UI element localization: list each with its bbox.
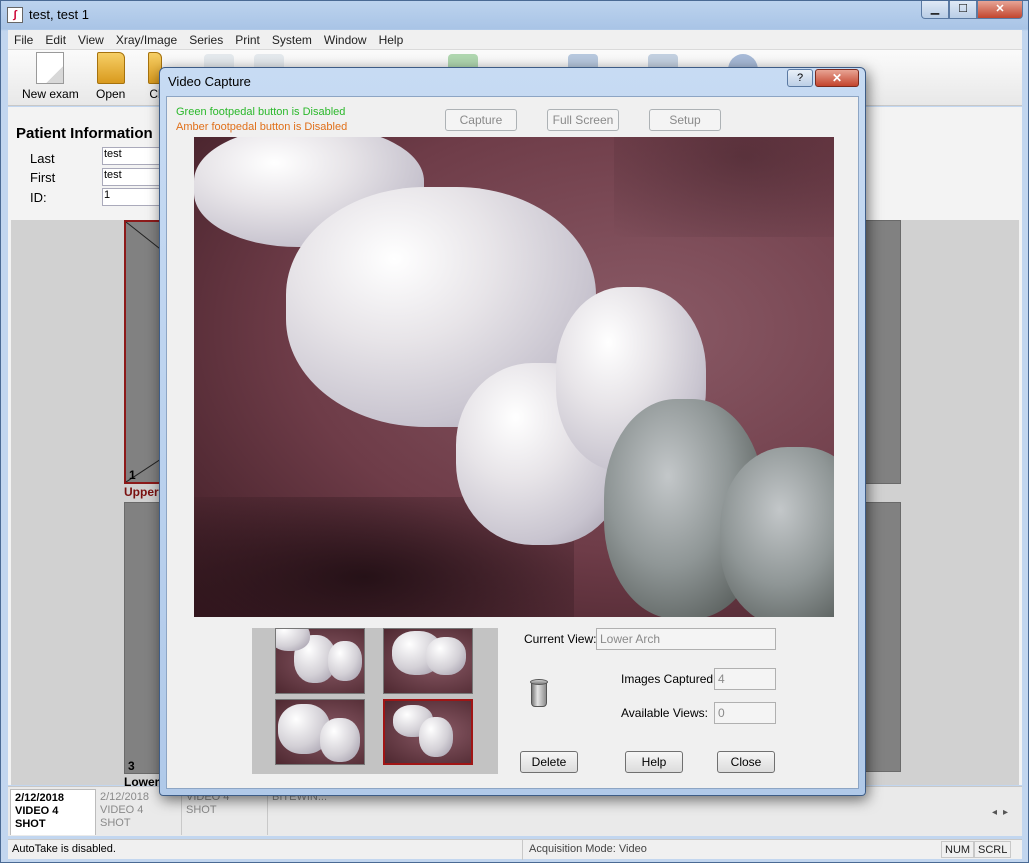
app-logo-icon: ∫ xyxy=(7,7,23,23)
title-bar: ∫ test, test 1 ▁ ☐ ✕ xyxy=(1,1,1028,29)
menu-edit[interactable]: Edit xyxy=(39,33,72,47)
new-document-icon xyxy=(36,52,65,84)
setup-button[interactable]: Setup xyxy=(649,109,721,131)
last-name-label: Last xyxy=(30,151,55,166)
menu-xray-image[interactable]: Xray/Image xyxy=(110,33,183,47)
images-captured-label: Images Captured: xyxy=(621,672,717,686)
thumbnail-2[interactable] xyxy=(383,628,473,694)
help-button[interactable]: Help xyxy=(625,751,683,773)
video-capture-dialog: Video Capture ? ✕ Green footpedal button… xyxy=(159,67,866,796)
green-footpedal-status: Green footpedal button is Disabled xyxy=(176,106,346,118)
minimize-button[interactable]: ▁ xyxy=(921,1,949,19)
dialog-close-x-button[interactable]: ✕ xyxy=(815,69,859,87)
mount-slot-1[interactable]: 1 xyxy=(124,220,164,484)
tooth-shape xyxy=(419,717,453,757)
gum-shadow xyxy=(614,137,834,237)
tooth-shape xyxy=(720,447,834,617)
exam-name: VIDEO 4 SHOT xyxy=(100,804,144,829)
full-screen-button[interactable]: Full Screen xyxy=(547,109,619,131)
trash-can-icon[interactable] xyxy=(530,679,548,707)
id-label: ID: xyxy=(30,190,47,205)
thumbnail-3[interactable] xyxy=(275,699,365,765)
open-label: Open xyxy=(96,87,126,101)
window-title: test, test 1 xyxy=(29,7,89,22)
menu-system[interactable]: System xyxy=(266,33,318,47)
status-bar: AutoTake is disabled. Acquisition Mode: … xyxy=(8,839,1022,860)
images-captured-field[interactable]: 4 xyxy=(714,668,776,690)
open-button[interactable]: Open xyxy=(96,52,125,101)
exam-date: 2/12/2018 xyxy=(15,792,64,804)
current-view-field[interactable]: Lower Arch xyxy=(596,628,776,650)
menu-file[interactable]: File xyxy=(8,33,39,47)
autotake-status: AutoTake is disabled. xyxy=(12,843,116,855)
patient-info-heading: Patient Information xyxy=(16,125,153,142)
menu-print[interactable]: Print xyxy=(229,33,266,47)
mount-slot-3[interactable]: 3 xyxy=(124,502,164,774)
live-video-preview[interactable] xyxy=(194,137,834,617)
open-folder-icon xyxy=(96,52,125,84)
new-exam-button[interactable]: New exam xyxy=(22,52,79,101)
current-view-label: Current View: xyxy=(524,632,597,646)
tooth-shape xyxy=(320,718,360,762)
tooth-shape xyxy=(426,637,466,675)
menu-bar: File Edit View Xray/Image Series Print S… xyxy=(8,30,1022,50)
dialog-help-button[interactable]: ? xyxy=(787,69,813,87)
capture-button[interactable]: Capture xyxy=(445,109,517,131)
tooth-shape xyxy=(328,641,362,681)
mount-slot-4[interactable] xyxy=(861,502,901,772)
mount-slot-2[interactable] xyxy=(861,220,901,484)
menu-series[interactable]: Series xyxy=(183,33,229,47)
dialog-body: Green footpedal button is Disabled Amber… xyxy=(166,96,859,789)
maximize-button[interactable]: ☐ xyxy=(949,1,977,19)
slot-number: 1 xyxy=(129,468,136,482)
captured-thumbnails xyxy=(252,628,498,774)
thumbnail-1[interactable] xyxy=(275,628,365,694)
menu-help[interactable]: Help xyxy=(373,33,410,47)
available-views-label: Available Views: xyxy=(621,706,708,720)
available-views-field[interactable]: 0 xyxy=(714,702,776,724)
dialog-title: Video Capture xyxy=(168,74,251,89)
delete-button[interactable]: Delete xyxy=(520,751,578,773)
slot-number: 3 xyxy=(128,759,135,773)
acquisition-mode-status: Acquisition Mode: Video xyxy=(522,840,653,860)
exam-tab-1[interactable]: 2/12/2018 VIDEO 4 SHOT xyxy=(10,789,96,835)
menu-view[interactable]: View xyxy=(72,33,110,47)
thumbnail-4-selected[interactable] xyxy=(383,699,473,765)
new-exam-label: New exam xyxy=(22,87,79,101)
exam-name: VIDEO 4 SHOT xyxy=(15,805,59,830)
slot-label-upper: Upper xyxy=(124,485,159,499)
close-window-button[interactable]: ✕ xyxy=(977,1,1023,19)
scroll-lock-indicator: SCRL xyxy=(974,841,1012,858)
amber-footpedal-status: Amber footpedal button is Disabled xyxy=(176,121,348,133)
first-name-label: First xyxy=(30,170,56,185)
close-button[interactable]: Close xyxy=(717,751,775,773)
num-lock-indicator: NUM xyxy=(941,841,975,858)
tab-scroll-arrows[interactable]: ◂▸ xyxy=(992,807,1014,818)
menu-window[interactable]: Window xyxy=(318,33,373,47)
